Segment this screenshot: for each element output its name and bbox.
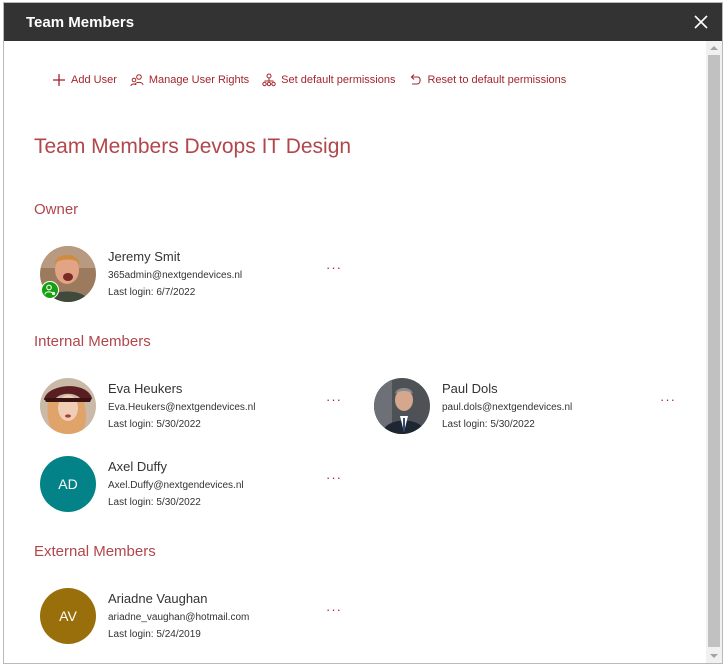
more-options-button[interactable]: ···: [326, 260, 342, 275]
scrollbar-thumb[interactable]: [708, 55, 720, 647]
command-bar: Add User Manage User Rights Set default …: [52, 70, 579, 90]
dialog-titlebar: Team Members: [4, 3, 722, 41]
member-name: Paul Dols: [442, 381, 498, 396]
avatar-initials[interactable]: AD: [40, 456, 96, 512]
more-options-button[interactable]: ···: [660, 392, 676, 407]
set-default-permissions-label: Set default permissions: [281, 74, 396, 86]
avatar-initials[interactable]: AV: [40, 588, 96, 644]
close-icon[interactable]: [690, 11, 712, 33]
member-last-login: Last login: 5/30/2022: [108, 497, 201, 508]
section-title-external-members: External Members: [34, 543, 156, 560]
org-chart-icon: [262, 73, 276, 87]
member-name: Ariadne Vaughan: [108, 591, 208, 606]
people-icon: [130, 74, 144, 87]
member-email: ariadne_vaughan@hotmail.com: [108, 612, 250, 623]
avatar[interactable]: [40, 378, 96, 434]
member-name: Eva Heukers: [108, 381, 183, 396]
member-card: AD Axel Duffy Axel.Duffy@nextgendevices.…: [40, 456, 350, 516]
manage-user-rights-label: Manage User Rights: [148, 74, 250, 86]
reset-default-permissions-button[interactable]: Reset to default permissions: [408, 73, 566, 87]
team-members-dialog: Team Members Add User Manage User Rights…: [3, 2, 723, 664]
member-card: Eva Heukers Eva.Heukers@nextgendevices.n…: [40, 378, 350, 438]
reset-default-permissions-label: Reset to default permissions: [427, 74, 567, 86]
more-options-button[interactable]: ···: [326, 392, 342, 407]
more-options-button[interactable]: ···: [326, 602, 342, 617]
section-title-owner: Owner: [34, 201, 79, 218]
scroll-up-arrow-icon[interactable]: [706, 41, 722, 55]
vertical-scrollbar[interactable]: [706, 41, 722, 663]
member-card: AV Ariadne Vaughan ariadne_vaughan@hotma…: [40, 588, 350, 648]
add-user-button[interactable]: Add User: [52, 73, 117, 87]
member-last-login: Last login: 5/30/2022: [442, 419, 535, 430]
undo-icon: [411, 74, 422, 85]
member-email: Eva.Heukers@nextgendevices.nl: [108, 402, 256, 413]
set-default-permissions-button[interactable]: Set default permissions: [262, 73, 395, 87]
avatar[interactable]: [374, 378, 430, 434]
plus-icon: [53, 74, 65, 86]
member-last-login: Last login: 5/30/2022: [108, 419, 201, 430]
manage-user-rights-button[interactable]: Manage User Rights: [130, 73, 249, 87]
member-email: 365admin@nextgendevices.nl: [108, 270, 243, 281]
dialog-title: Team Members: [26, 14, 135, 31]
member-email: paul.dols@nextgendevices.nl: [442, 402, 573, 413]
section-title-internal-members: Internal Members: [34, 333, 151, 350]
page-title: Team Members Devops IT Design: [34, 135, 352, 158]
member-name: Axel Duffy: [108, 459, 168, 474]
owner-badge-icon: [41, 281, 59, 299]
member-name: Jeremy Smit: [108, 249, 181, 264]
more-options-button[interactable]: ···: [326, 470, 342, 485]
member-last-login: Last login: 6/7/2022: [108, 287, 196, 298]
member-card: Paul Dols paul.dols@nextgendevices.nl La…: [374, 378, 684, 438]
member-last-login: Last login: 5/24/2019: [108, 629, 201, 640]
member-email: Axel.Duffy@nextgendevices.nl: [108, 480, 244, 491]
scroll-down-arrow-icon[interactable]: [706, 649, 722, 663]
member-card: Jeremy Smit 365admin@nextgendevices.nl L…: [40, 246, 350, 306]
add-user-label: Add User: [71, 74, 117, 86]
